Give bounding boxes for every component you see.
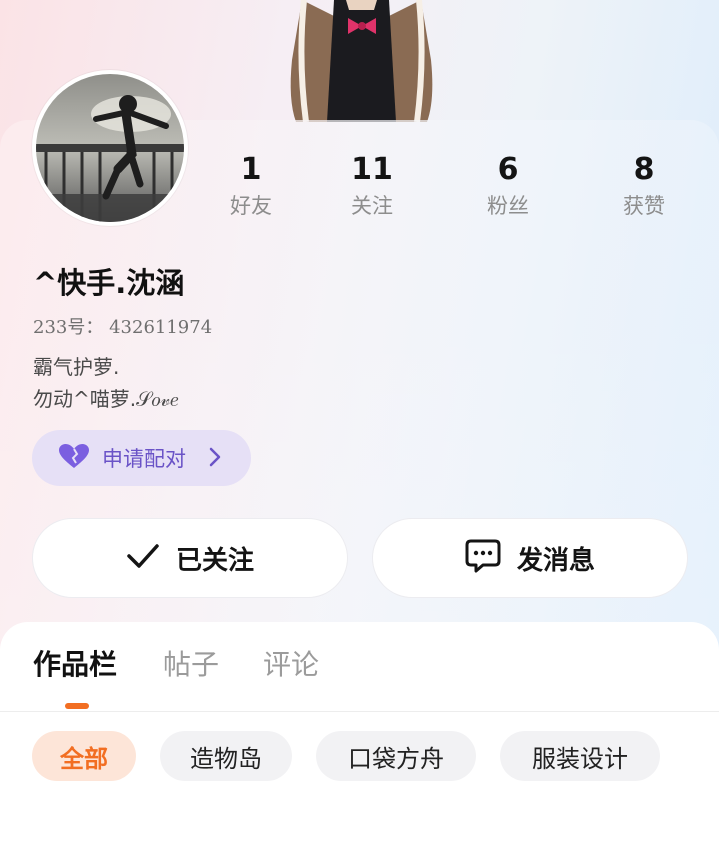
active-tab-indicator	[65, 703, 89, 709]
stat-likes[interactable]: 8 获赞	[594, 152, 694, 222]
bio-line: 霸气护萝.	[33, 355, 120, 379]
tab-comments[interactable]: 评论	[263, 645, 319, 685]
stat-label: 获赞	[623, 194, 665, 218]
stat-value: 6	[497, 152, 519, 187]
stat-label: 关注	[351, 194, 393, 218]
stat-value: 11	[351, 152, 393, 187]
avatar[interactable]	[32, 70, 188, 226]
user-id[interactable]: 233号： 432611974	[33, 313, 212, 339]
tab-works[interactable]: 作品栏	[33, 645, 117, 685]
stat-value: 8	[633, 152, 655, 187]
bio-line: 勿动^喵萝.𝒮𝑜𝓋𝑒	[33, 387, 179, 411]
divider	[0, 711, 719, 712]
filter-chip-fashion-design[interactable]: 服装设计	[500, 731, 660, 781]
chat-bubble-icon	[465, 539, 501, 577]
user-id-label: 233号：	[33, 317, 104, 338]
heart-icon	[58, 443, 90, 473]
filter-chip-pocket-ark[interactable]: 口袋方舟	[316, 731, 476, 781]
stat-value: 1	[240, 152, 262, 187]
stat-label: 粉丝	[487, 194, 529, 218]
stat-label: 好友	[230, 194, 272, 218]
following-label: 已关注	[175, 545, 254, 576]
username: ^快手.沈涵	[33, 266, 185, 300]
stat-following[interactable]: 11 关注	[322, 152, 422, 222]
check-icon	[126, 543, 160, 573]
chevron-right-icon	[209, 447, 221, 471]
stat-followers[interactable]: 6 粉丝	[458, 152, 558, 222]
send-message-button[interactable]: 发消息	[372, 518, 688, 598]
request-match-label: 申请配对	[102, 447, 186, 471]
filter-chip-all[interactable]: 全部	[32, 731, 136, 781]
stat-friends[interactable]: 1 好友	[201, 152, 301, 222]
character-figure	[284, 0, 439, 122]
user-id-value: 432611974	[109, 317, 213, 338]
request-match-button[interactable]: 申请配对	[32, 430, 251, 486]
following-button[interactable]: 已关注	[32, 518, 348, 598]
filter-chip-creation-island[interactable]: 造物岛	[160, 731, 292, 781]
bio: 霸气护萝. 勿动^喵萝.𝒮𝑜𝓋𝑒	[33, 351, 178, 415]
tab-posts[interactable]: 帖子	[163, 645, 219, 685]
send-message-label: 发消息	[516, 545, 595, 576]
